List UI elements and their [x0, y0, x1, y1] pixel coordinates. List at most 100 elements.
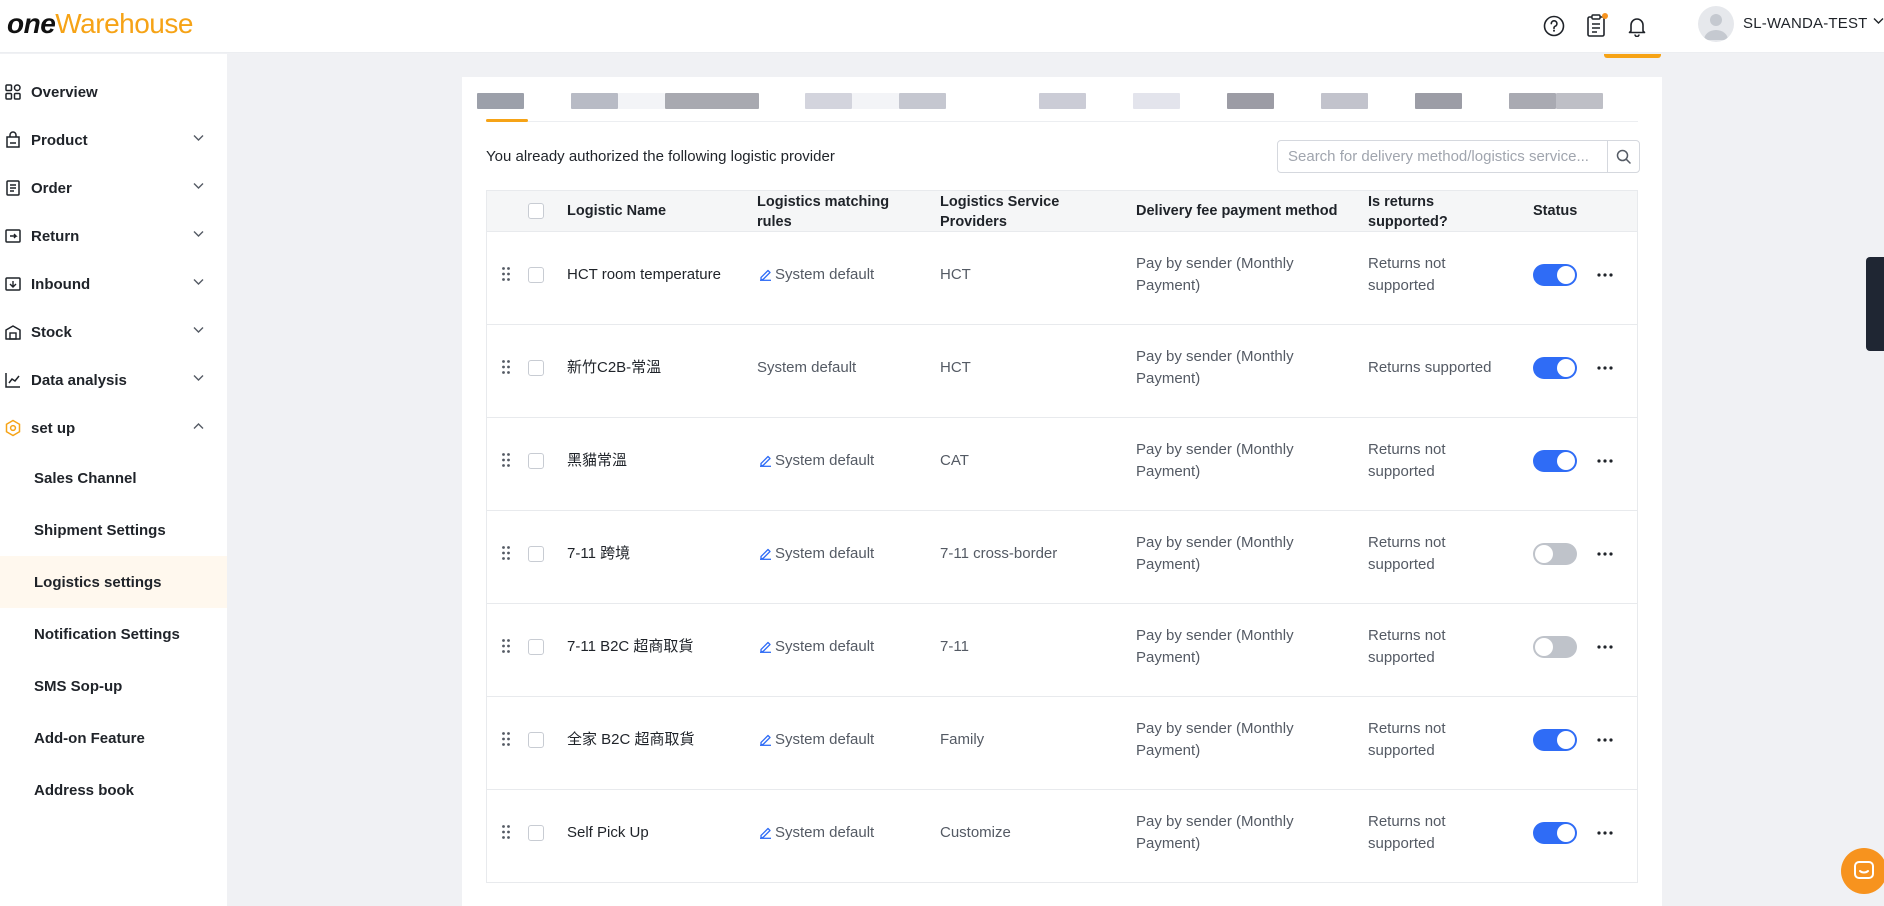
drag-handle-icon[interactable]	[501, 545, 511, 561]
tab-blurred[interactable]	[1039, 93, 1086, 109]
service-provider: HCT	[940, 266, 971, 283]
edit-icon[interactable]	[759, 267, 772, 281]
more-actions-button[interactable]	[1593, 823, 1617, 843]
more-icon	[1597, 645, 1613, 649]
row-checkbox[interactable]	[528, 825, 544, 841]
more-actions-button[interactable]	[1593, 265, 1617, 285]
sidebar-subitem-logistics-settings[interactable]: Logistics settings	[0, 556, 227, 608]
row-checkbox[interactable]	[528, 453, 544, 469]
order-icon	[6, 180, 20, 196]
drag-handle-icon[interactable]	[501, 638, 511, 654]
sidebar-subitem-sms-sop-up[interactable]: SMS Sop-up	[0, 660, 227, 712]
table-row: Self Pick Up System default Customize Pay b…	[486, 790, 1638, 883]
chat-button[interactable]	[1841, 848, 1884, 894]
status-toggle[interactable]	[1533, 357, 1577, 379]
search-button[interactable]	[1607, 140, 1640, 173]
chevron-down-icon[interactable]	[1873, 17, 1884, 25]
tab-blurred[interactable]	[1227, 93, 1274, 109]
column-header-name: Logistic Name	[567, 203, 667, 219]
search-input[interactable]	[1277, 140, 1608, 173]
status-toggle[interactable]	[1533, 822, 1577, 844]
tab-blurred[interactable]	[852, 93, 899, 109]
logo-one: one	[7, 8, 56, 39]
sidebar-item-overview[interactable]: Overview	[0, 68, 227, 116]
tab-blurred[interactable]	[1133, 93, 1180, 109]
help-icon[interactable]	[1540, 12, 1568, 40]
more-actions-button[interactable]	[1593, 451, 1617, 471]
logistic-name: 7-11 B2C 超商取貨	[567, 638, 694, 655]
status-toggle[interactable]	[1533, 264, 1577, 286]
avatar[interactable]	[1698, 6, 1734, 42]
table-row: HCT room temperature System default HCT Pay…	[486, 232, 1638, 325]
logistic-name: 新竹C2B-常溫	[567, 359, 662, 376]
status-toggle[interactable]	[1533, 729, 1577, 751]
sidebar-item-stock[interactable]: Stock	[0, 308, 227, 356]
drag-handle-icon[interactable]	[501, 359, 511, 375]
status-toggle[interactable]	[1533, 636, 1577, 658]
sidebar-item-return[interactable]: Return	[0, 212, 227, 260]
drag-handle-icon[interactable]	[501, 824, 511, 840]
edit-icon[interactable]	[759, 825, 772, 839]
logo[interactable]: oneWarehouse	[7, 8, 193, 40]
row-checkbox[interactable]	[528, 267, 544, 283]
drag-handle-icon[interactable]	[501, 731, 511, 747]
row-checkbox[interactable]	[528, 732, 544, 748]
matching-rules: System default	[759, 822, 874, 844]
sidebar-subitem-shipment-settings[interactable]: Shipment Settings	[0, 504, 227, 556]
more-icon	[1597, 831, 1613, 835]
data-analysis-icon	[5, 373, 20, 388]
tab-blurred[interactable]	[1556, 93, 1603, 109]
sidebar-item-product[interactable]: Product	[0, 116, 227, 164]
sidebar-item-inbound[interactable]: Inbound	[0, 260, 227, 308]
sidebar-subitem-sales-channel[interactable]: Sales Channel	[0, 452, 227, 504]
tab-blurred[interactable]	[665, 93, 759, 109]
tab-blurred[interactable]	[1415, 93, 1462, 109]
matching-rules: System default	[757, 357, 856, 379]
edit-icon[interactable]	[759, 732, 772, 746]
payment-method: Pay by sender (Monthly Payment)	[1136, 255, 1294, 294]
drag-handle-icon[interactable]	[501, 266, 511, 282]
table-row: 新竹C2B-常溫 System default HCT Pay by sender (…	[486, 325, 1638, 418]
sidebar-subitem-notification-settings[interactable]: Notification Settings	[0, 608, 227, 660]
setup-icon	[5, 419, 21, 437]
status-toggle[interactable]	[1533, 543, 1577, 565]
more-actions-button[interactable]	[1593, 730, 1617, 750]
row-checkbox[interactable]	[528, 639, 544, 655]
clipboard-icon[interactable]	[1582, 12, 1610, 40]
tab-blurred[interactable]	[571, 93, 618, 109]
returns-support: Returns supported	[1368, 359, 1492, 376]
sidebar-item-data-analysis[interactable]: Data analysis	[0, 356, 227, 404]
edit-icon[interactable]	[759, 639, 772, 653]
returns-support: Returns not supported	[1368, 534, 1446, 573]
more-icon	[1597, 366, 1613, 370]
more-actions-button[interactable]	[1593, 637, 1617, 657]
side-feedback-tab[interactable]	[1866, 257, 1884, 351]
tab-blurred[interactable]	[477, 93, 524, 109]
chevron-down-icon	[193, 135, 204, 141]
more-actions-button[interactable]	[1593, 358, 1617, 378]
sidebar-item-setup[interactable]: set up	[0, 404, 227, 452]
row-checkbox[interactable]	[528, 546, 544, 562]
chevron-down-icon	[193, 375, 204, 381]
table-row: 7-11 B2C 超商取貨 System default 7-11 Pay by se…	[486, 604, 1638, 697]
status-toggle[interactable]	[1533, 450, 1577, 472]
sidebar-subitem-add-on-feature[interactable]: Add-on Feature	[0, 712, 227, 764]
drag-handle-icon[interactable]	[501, 452, 511, 468]
matching-rules: System default	[759, 264, 874, 286]
sidebar-item-order[interactable]: Order	[0, 164, 227, 212]
row-checkbox[interactable]	[528, 360, 544, 376]
tab-blurred[interactable]	[1321, 93, 1368, 109]
tab-blurred[interactable]	[618, 93, 665, 109]
matching-rules-text: System default	[775, 545, 875, 562]
tab-blurred[interactable]	[1509, 93, 1556, 109]
sidebar-subitem-address-book[interactable]: Address book	[0, 764, 227, 816]
select-all-checkbox[interactable]	[528, 203, 544, 219]
tab-blurred[interactable]	[899, 93, 946, 109]
edit-icon[interactable]	[759, 453, 772, 467]
tab-blurred[interactable]	[805, 93, 852, 109]
bell-icon[interactable]	[1623, 12, 1651, 40]
edit-icon[interactable]	[759, 546, 772, 560]
user-name[interactable]: SL-WANDA-TEST	[1743, 15, 1868, 32]
more-icon	[1597, 459, 1613, 463]
more-actions-button[interactable]	[1593, 544, 1617, 564]
